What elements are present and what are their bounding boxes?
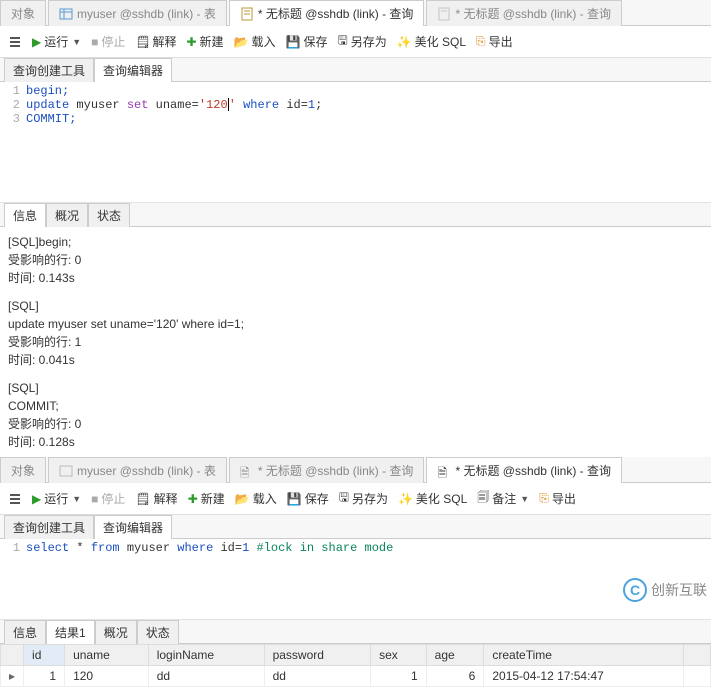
tab-table[interactable]: myuser @sshdb (link) - 表 <box>48 457 227 483</box>
save-icon: 💾 <box>287 492 302 506</box>
export-icon: ⎘ <box>539 491 549 506</box>
tab-query-builder[interactable]: 查询创建工具 <box>4 515 94 539</box>
menu-button[interactable] <box>8 492 22 506</box>
col-sex[interactable]: sex <box>371 645 427 666</box>
sql-editor-bottom[interactable]: 1 select * from myuser where id=1 #lock … <box>0 539 711 589</box>
save-as-button[interactable]: 🖫另存为 <box>337 31 386 52</box>
line-number: 1 <box>0 541 26 555</box>
line-number: 2 <box>0 98 26 112</box>
row-selector-header <box>1 645 24 666</box>
col-loginName[interactable]: loginName <box>148 645 264 666</box>
query-icon <box>437 7 451 21</box>
wand-icon: ✨ <box>397 35 412 49</box>
line-number: 3 <box>0 112 26 126</box>
save-button[interactable]: 💾保存 <box>286 33 328 50</box>
col-age[interactable]: age <box>426 645 484 666</box>
tab-query-1[interactable]: * 无标题 @sshdb (link) - 查询 <box>229 0 425 26</box>
tab-status[interactable]: 状态 <box>88 203 130 227</box>
explain-icon: 🗒 <box>135 492 150 506</box>
tab-info[interactable]: 信息 <box>4 620 46 644</box>
sql-editor-top[interactable]: 1begin; 2 update myuser set uname='120' … <box>0 82 711 162</box>
execution-log[interactable]: [SQL]begin; 受影响的行: 0 时间: 0.143s [SQL] up… <box>0 227 711 457</box>
plus-icon: ✚ <box>186 35 196 49</box>
tab-table[interactable]: myuser @sshdb (link) - 表 <box>48 0 227 26</box>
col-spacer <box>684 645 711 666</box>
explain-icon: 🗒 <box>135 35 149 49</box>
save-as-icon: 🖫 <box>339 488 349 509</box>
notes-button[interactable]: 🗐备注▼ <box>477 488 529 509</box>
menu-button[interactable] <box>8 35 22 49</box>
watermark-text: 创新互联 <box>651 580 707 600</box>
stop-button[interactable]: ■停止 <box>91 33 125 50</box>
tab-objects[interactable]: 对象 <box>0 0 46 26</box>
tab-query-1[interactable]: 🗎 * 无标题 @sshdb (link) - 查询 <box>229 457 425 483</box>
folder-icon: 📂 <box>234 35 249 49</box>
stop-button[interactable]: ■停止 <box>91 490 125 507</box>
tab-profile[interactable]: 概况 <box>46 203 88 227</box>
folder-icon: 📂 <box>235 492 250 506</box>
tab-query-editor[interactable]: 查询编辑器 <box>94 58 172 82</box>
table-icon <box>59 7 73 21</box>
tab-q2-label: * 无标题 @sshdb (link) - 查询 <box>455 5 611 22</box>
top-log-tabs: 信息 概况 状态 <box>0 203 711 227</box>
save-as-icon: 🖫 <box>337 31 347 52</box>
save-as-button[interactable]: 🖫另存为 <box>339 488 388 509</box>
save-button[interactable]: 💾保存 <box>287 490 329 507</box>
plus-icon: ✚ <box>188 492 198 506</box>
beautify-button[interactable]: ✨美化 SQL <box>398 490 467 507</box>
query-icon: 🗎 <box>437 464 451 478</box>
explain-button[interactable]: 🗒解释 <box>135 33 176 50</box>
export-button[interactable]: ⎘导出 <box>476 33 513 50</box>
table-icon <box>59 464 73 478</box>
table-row[interactable]: ▸ 1 120 dd dd 1 6 2015-04-12 17:54:47 <box>1 666 711 687</box>
explain-button[interactable]: 🗒解释 <box>135 490 177 507</box>
col-id[interactable]: id <box>24 645 65 666</box>
tab-table-label: myuser @sshdb (link) - 表 <box>77 5 216 22</box>
tab-result[interactable]: 结果1 <box>46 620 95 644</box>
notes-icon: 🗐 <box>477 488 489 509</box>
bottom-toolbar: ▶运行▼ ■停止 🗒解释 ✚新建 📂载入 💾保存 🖫另存为 ✨美化 SQL 🗐备… <box>0 483 711 515</box>
col-password[interactable]: password <box>264 645 371 666</box>
result-grid[interactable]: id uname loginName password sex age crea… <box>0 644 711 687</box>
beautify-button[interactable]: ✨美化 SQL <box>397 33 466 50</box>
tab-q1-label: * 无标题 @sshdb (link) - 查询 <box>258 5 414 22</box>
line-number: 1 <box>0 84 26 98</box>
export-icon: ⎘ <box>476 34 486 49</box>
query-icon: 🗎 <box>240 464 254 478</box>
watermark: C 创新互联 <box>623 578 707 602</box>
load-button[interactable]: 📂载入 <box>235 490 277 507</box>
chevron-down-icon: ▼ <box>72 37 81 47</box>
chevron-down-icon: ▼ <box>72 494 81 504</box>
top-editor-tabs: 查询创建工具 查询编辑器 <box>0 58 711 82</box>
run-button[interactable]: ▶运行▼ <box>32 490 81 507</box>
watermark-logo-icon: C <box>623 578 647 602</box>
bottom-main-tabs: 对象 myuser @sshdb (link) - 表 🗎 * 无标题 @ssh… <box>0 457 711 483</box>
tab-status[interactable]: 状态 <box>137 620 179 644</box>
tab-query-editor[interactable]: 查询编辑器 <box>94 515 172 539</box>
top-toolbar: ▶运行▼ ■停止 🗒解释 ✚新建 📂载入 💾保存 🖫另存为 ✨美化 SQL ⎘导… <box>0 26 711 58</box>
tab-query-2[interactable]: * 无标题 @sshdb (link) - 查询 <box>426 0 622 26</box>
new-button[interactable]: ✚新建 <box>186 33 223 50</box>
run-button[interactable]: ▶运行▼ <box>32 33 81 50</box>
chevron-down-icon: ▼ <box>520 494 529 504</box>
col-uname[interactable]: uname <box>65 645 149 666</box>
query-icon <box>240 7 254 21</box>
export-button[interactable]: ⎘导出 <box>539 490 576 507</box>
col-createTime[interactable]: createTime <box>484 645 684 666</box>
wand-icon: ✨ <box>398 492 413 506</box>
tab-info[interactable]: 信息 <box>4 203 46 227</box>
tab-objects[interactable]: 对象 <box>0 457 46 483</box>
load-button[interactable]: 📂载入 <box>234 33 276 50</box>
bottom-editor-tabs: 查询创建工具 查询编辑器 <box>0 515 711 539</box>
top-main-tabs: 对象 myuser @sshdb (link) - 表 * 无标题 @sshdb… <box>0 0 711 26</box>
table-header-row: id uname loginName password sex age crea… <box>1 645 711 666</box>
row-pointer-icon: ▸ <box>1 666 24 687</box>
save-icon: 💾 <box>286 35 301 49</box>
bottom-result-tabs: 信息 结果1 概况 状态 <box>0 620 711 644</box>
tab-profile[interactable]: 概况 <box>95 620 137 644</box>
new-button[interactable]: ✚新建 <box>188 490 225 507</box>
tab-query-builder[interactable]: 查询创建工具 <box>4 58 94 82</box>
tab-query-2[interactable]: 🗎 * 无标题 @sshdb (link) - 查询 <box>426 457 622 483</box>
